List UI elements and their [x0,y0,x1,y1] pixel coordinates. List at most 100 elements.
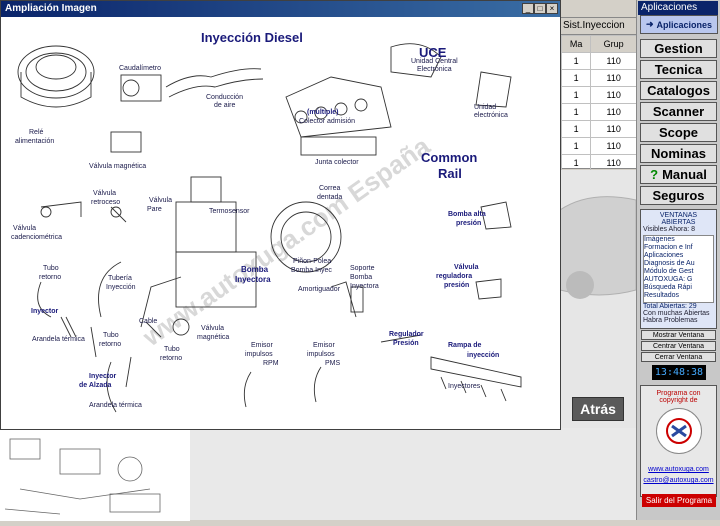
table-cell[interactable]: 110 [590,103,637,121]
logo [655,408,702,454]
right-panel-title: Aplicaciones [638,1,718,15]
label-valvula-pare-1: Válvula [149,197,172,204]
list-item[interactable]: Búsqueda Rápi [644,284,713,292]
table-grid: Ma Grup 1 110 1 110 1 110 1 110 1 110 1 110 11… [560,35,637,172]
center-window-button[interactable]: Centrar Ventana [641,341,716,351]
logo-mark-icon [665,418,692,444]
close-button[interactable]: × [546,3,558,14]
label-soporte-1: Soporte [350,265,375,272]
table-cell[interactable]: 110 [590,120,637,138]
manual-button[interactable]: ? Manual [640,165,717,184]
table-cell[interactable]: 110 [590,52,637,70]
label-valvula-reg-1: Válvula [454,264,479,271]
label-valvula-retroceso-2: retroceso [91,199,120,206]
label-valvula-magnetica: Válvula magnética [89,163,146,170]
list-item[interactable]: Formacion e Inf [644,244,713,252]
background-panel [190,428,636,520]
minimize-button[interactable]: _ [522,3,534,14]
injection-table: Sist.Inyeccion Ma Grup 1 110 1 110 1 110 11… [560,17,638,172]
table-row[interactable]: 1 110 [560,120,637,138]
label-tubo-retorno3-2: retorno [160,355,182,362]
table-row[interactable]: 1 110 [560,154,637,172]
label-multiple: (múltiple) [307,109,339,116]
label-tubo-retorno-2: retorno [39,274,61,281]
table-row[interactable]: 1 110 [560,137,637,155]
list-item[interactable]: AUTOXUGA: G [644,276,713,284]
exit-program-button[interactable]: Salir del Programa [642,494,716,507]
table-row[interactable]: 1 110 [560,103,637,121]
table-cell[interactable]: 1 [560,52,592,70]
table-cell[interactable]: 1 [560,103,592,121]
common-title: Common [421,150,477,165]
diesel-diagram: www.autoxuga.com España Inyección Diesel… [11,30,522,413]
label-pinon-2: Bomba Inyec [291,267,332,274]
label-regulador-2: Presión [393,340,419,347]
label-soporte-3: Inyectora [350,283,379,290]
show-window-button[interactable]: Mostrar Ventana [641,330,716,340]
label-inyector: Inyector [31,308,59,315]
table-cell[interactable]: 110 [590,86,637,104]
scanner-button[interactable]: Scanner [640,102,717,121]
table-cell[interactable]: 110 [590,137,637,155]
label-valvula-cadenc-2: cadenciométrica [11,234,62,241]
close-window-button[interactable]: Cerrar Ventana [641,352,716,362]
table-row[interactable]: 1 110 [560,52,637,70]
table-title: Sist.Inyeccion [561,18,637,35]
gestion-button[interactable]: Gestion [640,39,717,58]
list-item[interactable]: Aplicaciones [644,252,713,260]
open-windows-title: VENTANAS ABIERTAS [659,212,698,226]
main-title: Inyección Diesel [201,30,303,45]
label-tuberia-2: Inyección [106,284,136,291]
label-inyector-alzada-2: de Alzada [79,382,112,389]
label-emisor-rpm-2: impulsos [245,351,273,358]
tecnica-button[interactable]: Tecnica [640,60,717,79]
maximize-button[interactable]: □ [534,3,546,14]
catalogos-button[interactable]: Catalogos [640,81,717,100]
label-arandela-termica: Arandela térmica [32,336,85,343]
table-row[interactable]: 1 110 [560,69,637,87]
table-header-ma[interactable]: Ma [560,35,592,53]
window-title-bar[interactable]: Ampliación Imagen [1,1,560,17]
label-rele-2: alimentación [15,138,54,145]
applications-tab-label: Aplicaciones [656,19,713,30]
table-cell[interactable]: 1 [560,154,592,172]
label-emisor-pms-1: Emisor [313,342,335,349]
website-link[interactable]: www.autoxuga.com [641,466,716,473]
label-emisor-pms-2: impulsos [307,351,335,358]
rail-title: Rail [438,166,462,181]
manual-label: Manual [662,167,707,182]
list-item[interactable]: Imágenes [644,236,713,244]
list-item[interactable]: Módulo de Gest [644,268,713,276]
list-item[interactable]: Resultados [644,292,713,300]
label-colector-admision: Colector admisión [299,118,355,125]
applications-tab[interactable]: ➜ Aplicaciones [640,15,718,34]
label-regulador-1: Regulador [389,331,424,338]
list-item[interactable]: Diagnosis de Au [644,260,713,268]
table-cell[interactable]: 110 [590,69,637,87]
warning-problems: Habra Problemas [643,317,698,324]
label-de-aire: de aire [214,102,236,109]
label-junta-colector: Junta colector [315,159,359,166]
table-cell[interactable]: 1 [560,120,592,138]
thumbnail-diagram[interactable] [0,428,190,521]
visible-count: Visibles Ahora: 8 [643,226,696,233]
table-cell[interactable]: 1 [560,137,592,155]
scope-button[interactable]: Scope [640,123,717,142]
image-window: Ampliación Imagen _ □ × www.autoxuga.com… [0,0,561,430]
back-button[interactable]: Atrás [572,397,624,421]
table-cell[interactable]: 1 [560,69,592,87]
table-row[interactable]: 1 110 [560,86,637,104]
label-pinon-1: Piñon-Polea [293,258,331,265]
table-header-grup[interactable]: Grup [590,35,637,53]
label-tubo-retorno2-1: Tubo [103,332,119,339]
open-windows-list[interactable]: Imágenes Formacion e Inf Aplicaciones Di… [643,235,714,303]
label-valvula-mag2-1: Válvula [201,325,224,332]
arrow-right-icon: ➜ [645,19,654,29]
label-correa-2: dentada [317,194,342,201]
email-link[interactable]: castro@autoxuga.com [641,477,716,484]
label-unidad-2: electrónica [474,112,508,119]
nominas-button[interactable]: Nominas [640,144,717,163]
table-cell[interactable]: 110 [590,154,637,172]
seguros-button[interactable]: Seguros [640,186,717,205]
table-cell[interactable]: 1 [560,86,592,104]
